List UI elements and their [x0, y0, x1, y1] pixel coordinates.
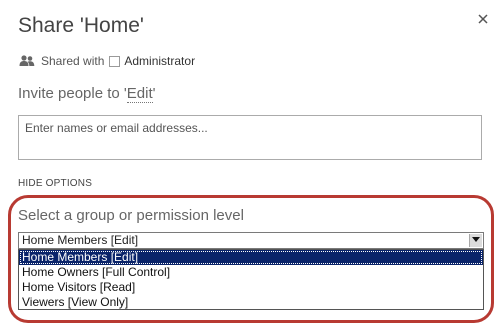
- invite-permission-link[interactable]: Edit: [126, 85, 153, 103]
- shared-with-label: Shared with: [41, 54, 105, 68]
- group-select[interactable]: Home Members [Edit]: [18, 232, 484, 249]
- hide-options-link[interactable]: HIDE OPTIONS: [18, 178, 92, 189]
- dialog-title: Share 'Home': [18, 14, 144, 37]
- close-icon[interactable]: [476, 12, 490, 26]
- group-select-label: Select a group or permission level: [18, 207, 244, 224]
- invite-suffix: ': [152, 85, 156, 102]
- group-dropdown-list: Home Members [Edit] Home Owners [Full Co…: [18, 249, 484, 310]
- invite-heading: Invite people to 'Edit': [18, 85, 156, 103]
- names-input[interactable]: Enter names or email addresses...: [18, 115, 482, 160]
- shared-user-name[interactable]: Administrator: [124, 54, 195, 68]
- group-select-value: Home Members [Edit]: [22, 233, 139, 247]
- option-home-visitors[interactable]: Home Visitors [Read]: [19, 280, 483, 295]
- option-home-members[interactable]: Home Members [Edit]: [19, 250, 483, 265]
- dropdown-arrow-icon[interactable]: [469, 234, 482, 247]
- shared-with-row: Shared with Administrator: [19, 54, 195, 68]
- invite-prefix: Invite people to ': [18, 85, 127, 102]
- option-viewers[interactable]: Viewers [View Only]: [19, 295, 483, 310]
- option-home-owners[interactable]: Home Owners [Full Control]: [19, 265, 483, 280]
- people-icon: [19, 54, 35, 68]
- user-checkbox[interactable]: [109, 55, 121, 67]
